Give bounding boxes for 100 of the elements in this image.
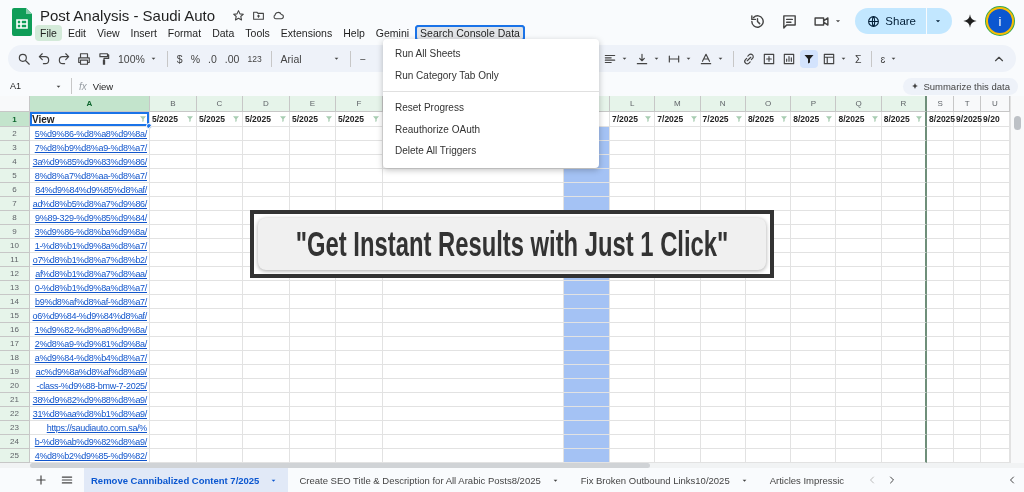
table-cell[interactable]: b-%d8%ab%d9%82%d8%a9/ [30, 435, 150, 449]
sheet-tab[interactable]: Remove Cannibalized Content 7/2025 [84, 468, 289, 492]
column-header[interactable]: N [700, 96, 746, 112]
table-cell[interactable] [881, 155, 928, 169]
history-icon[interactable] [749, 12, 767, 30]
row-header[interactable]: 16 [0, 323, 30, 337]
table-cell[interactable]: 8/2025 [791, 112, 837, 127]
row-header[interactable]: 19 [0, 365, 30, 379]
menu-icon[interactable] [60, 473, 74, 487]
menu-option[interactable]: Run Category Tab Only [383, 64, 599, 86]
menu-item[interactable]: Gemini [370, 25, 415, 41]
menu-option[interactable]: Reauthorize OAuth [383, 118, 599, 140]
link-text[interactable]: ac%d9%8a%d8%af%d8%a9/ [35, 366, 149, 377]
table-cell[interactable] [881, 183, 928, 197]
table-cell[interactable]: 1-%d8%b1%d9%8a%d8%a7/ [30, 239, 150, 253]
row-header[interactable]: 24 [0, 435, 30, 449]
table-cell[interactable] [881, 435, 928, 449]
table-cell[interactable]: 3%d9%86-%d8%ba%d9%8a/ [30, 225, 150, 239]
table-cell[interactable]: 5%d9%86-%d8%a8%d9%8a/ [30, 127, 150, 141]
summarize-button[interactable]: Summarize this data [903, 77, 1018, 95]
zoom-dropdown[interactable]: 100% [114, 47, 162, 70]
table-cell[interactable]: af%d8%b1%d8%a7%d8%aa/ [30, 267, 150, 281]
link-text[interactable]: 5%d9%86-%d8%a8%d9%8a/ [34, 128, 149, 139]
table-cell[interactable]: 1%d9%82-%d8%a8%d9%8a/ [30, 323, 150, 337]
row-header[interactable]: 21 [0, 393, 30, 407]
link-text[interactable]: a%d9%84-%d8%b4%d8%a7/ [34, 352, 149, 363]
link-text[interactable]: 3a%d9%85%d9%83%d9%86/ [32, 156, 149, 167]
row-header[interactable]: 3 [0, 141, 30, 155]
filter-views-icon[interactable] [822, 51, 836, 66]
print-icon[interactable] [77, 51, 91, 66]
menu-item[interactable]: Tools [240, 25, 275, 41]
link-text[interactable]: ad%d8%b5%d8%a7%d9%86/ [32, 198, 149, 209]
table-cell[interactable] [881, 281, 928, 295]
menu-item[interactable]: Insert [125, 25, 162, 41]
table-cell[interactable] [881, 295, 928, 309]
row-header[interactable]: 22 [0, 407, 30, 421]
table-cell[interactable]: 8%d8%a7%d8%aa-%d8%a7/ [30, 169, 150, 183]
menu-item[interactable]: View [92, 25, 125, 41]
vertical-align-icon[interactable] [635, 51, 649, 66]
column-header[interactable]: E [290, 96, 336, 112]
column-header[interactable]: A [30, 96, 150, 112]
row-header[interactable]: 6 [0, 183, 30, 197]
row-header[interactable]: 5 [0, 169, 30, 183]
share-dropdown-button[interactable] [927, 8, 952, 34]
row-header[interactable]: 23 [0, 421, 30, 435]
table-cell[interactable] [881, 351, 928, 365]
link-text[interactable]: 1-%d8%b1%d9%8a%d8%a7/ [34, 240, 149, 251]
row-header[interactable]: 14 [0, 295, 30, 309]
row-header[interactable]: 9 [0, 225, 30, 239]
table-cell[interactable]: 84%d9%84%d9%85%d8%af/ [30, 183, 150, 197]
table-cell[interactable] [881, 239, 928, 253]
column-header[interactable]: D [243, 96, 290, 112]
sparkle-icon[interactable] [962, 13, 978, 29]
star-icon[interactable] [232, 8, 246, 22]
sheets-logo[interactable] [12, 8, 32, 36]
font-dropdown[interactable]: Arial [276, 47, 345, 70]
sheet-tab[interactable]: Articles Impressic [762, 468, 855, 492]
decrease-font-size-button[interactable]: − [355, 47, 370, 70]
table-cell[interactable] [881, 407, 928, 421]
column-header[interactable]: P [791, 96, 837, 112]
table-cell[interactable]: 5/2025 [150, 112, 197, 127]
column-header[interactable]: R [881, 96, 928, 112]
table-cell[interactable]: 7/2025 [610, 112, 656, 127]
table-cell[interactable] [881, 169, 928, 183]
number-format-button[interactable]: 123 [243, 47, 266, 70]
table-cell[interactable]: b9%d8%af%d8%af-%d8%a7/ [30, 295, 150, 309]
table-cell[interactable] [881, 267, 928, 281]
row-header[interactable]: 7 [0, 197, 30, 211]
column-header[interactable]: B [150, 96, 197, 112]
functions-button[interactable]: Σ [851, 47, 866, 70]
table-cell[interactable]: 9%89-329-%d9%85%d9%84/ [30, 211, 150, 225]
table-cell[interactable]: 5/2025 [197, 112, 243, 127]
vertical-scrollbar[interactable] [1010, 96, 1024, 463]
link-text[interactable]: b9%d8%af%d8%af-%d8%a7/ [35, 296, 149, 307]
link-icon[interactable] [742, 51, 756, 66]
formula-text[interactable]: View [92, 80, 114, 92]
column-header[interactable]: O [745, 96, 792, 112]
column-header[interactable]: F [336, 96, 383, 112]
decrease-decimal-button[interactable]: .0 [204, 47, 221, 70]
link-text[interactable]: o6%d9%84-%d9%84%d8%af/ [32, 310, 149, 321]
row-header[interactable]: 2 [0, 127, 30, 141]
table-cell[interactable]: 7%d8%b9%d8%a9-%d8%a7/ [30, 141, 150, 155]
row-header[interactable]: 17 [0, 337, 30, 351]
avatar[interactable]: i [988, 9, 1012, 33]
row-header[interactable]: 25 [0, 449, 30, 463]
horizontal-scrollbar[interactable] [0, 463, 1024, 468]
link-text[interactable]: 31%d8%aa%d8%b1%d8%a9/ [32, 408, 149, 419]
table-cell[interactable]: View [30, 112, 150, 127]
row-header[interactable]: 12 [0, 267, 30, 281]
row-header[interactable]: 4 [0, 155, 30, 169]
table-cell[interactable]: 2%d8%a9-%d9%81%d9%8a/ [30, 337, 150, 351]
link-text[interactable]: https://saudiauto.com.sa/% [46, 422, 149, 433]
add-sheet-icon[interactable] [34, 473, 48, 487]
comment-icon[interactable] [781, 12, 799, 30]
row-header[interactable]: 18 [0, 351, 30, 365]
menu-item[interactable]: File [35, 25, 62, 41]
link-text[interactable]: -class-%d9%88-bmw-7-2025/ [36, 380, 149, 391]
row-header[interactable]: 10 [0, 239, 30, 253]
row-header[interactable]: 20 [0, 379, 30, 393]
row-header[interactable]: 15 [0, 309, 30, 323]
